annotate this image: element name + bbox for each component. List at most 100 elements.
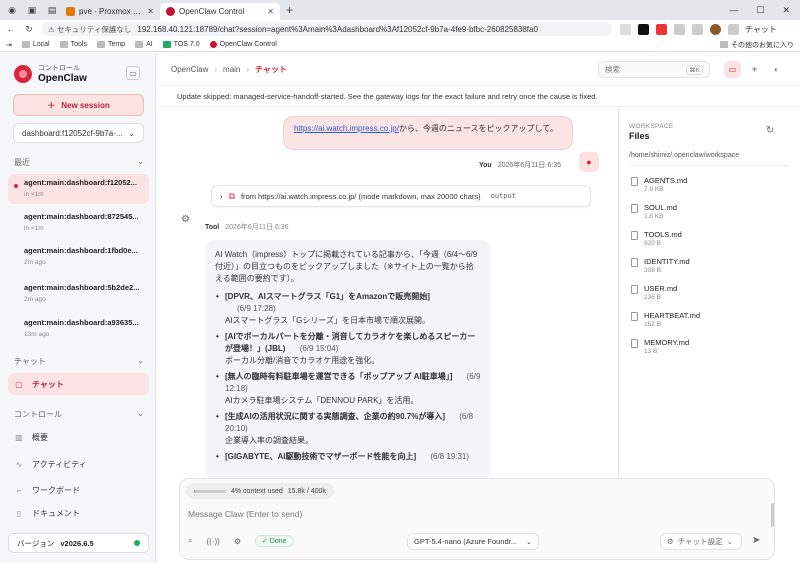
chat-settings-button[interactable]: ⚙ チャット設定 ⌄ (660, 533, 742, 550)
moon-icon[interactable]: ◐ (768, 61, 785, 78)
bookmark-tools[interactable]: Tools (59, 41, 87, 48)
sidebar-item-overview[interactable]: ▥ 概要 (8, 426, 149, 448)
tab-actions-icon[interactable]: ▤ (44, 2, 60, 18)
close-tab-icon[interactable]: ✕ (147, 7, 154, 16)
openclaw-favicon-icon (209, 41, 217, 48)
attach-icon[interactable]: ⌕ (188, 536, 192, 546)
chat-thread: https://ai.watch.impress.co.jp/から、今週のニュー… (157, 108, 615, 480)
menu-icon[interactable] (728, 23, 739, 35)
sidebar-item-chat[interactable]: ▢ チャット (8, 373, 149, 395)
read-aloud-icon[interactable] (620, 23, 631, 35)
brand-subtitle: コントロール (38, 65, 80, 72)
sidebar-item-workboard[interactable]: ⌐ ワークボード (8, 479, 149, 501)
tab-proxmox[interactable]: pve - Proxmox Virtual Environment ✕ (60, 3, 160, 20)
search-input[interactable]: 検索 ⌘K (598, 61, 710, 78)
list-item: [AIでボーカルパートを分離・消音してカラオケを楽しめるスピーカーが登場！」(J… (215, 331, 481, 367)
gear-icon[interactable]: ⚙ (234, 537, 241, 546)
message-composer: 4% context used 15.8k / 400k Message Cla… (179, 478, 775, 560)
proxmox-favicon-icon (66, 7, 75, 16)
control-section-header[interactable]: コントロール ⌄ (14, 409, 144, 420)
folder-icon (21, 41, 30, 48)
extension-icon[interactable] (656, 23, 667, 35)
file-item[interactable]: SOUL.md 1.8 KB (631, 203, 677, 220)
bookmark-tos[interactable]: TOS 7.0 (162, 41, 200, 48)
minimize-icon[interactable]: — (729, 5, 738, 16)
address-bar[interactable]: ⚠ セキュリティ保護なし 192.168.40.121:18789/chat?s… (42, 22, 612, 36)
openclaw-logo-icon (14, 64, 32, 83)
sun-icon[interactable]: ☀ (746, 61, 763, 78)
collapse-sidebar-icon[interactable]: ▭ (126, 66, 140, 80)
insecure-warning[interactable]: ⚠ セキュリティ保護なし (48, 24, 131, 35)
notion-extension-icon[interactable] (638, 23, 649, 35)
back-icon[interactable]: ← (4, 24, 18, 34)
session-select[interactable]: dashboard:f12052cf-9b7a-... ⌄ (13, 123, 144, 143)
sidebar-item-docs[interactable]: ▯ ドキュメント (8, 502, 149, 524)
file-item[interactable]: IDENTITY.md 308 B (631, 257, 690, 274)
workspaces-icon[interactable]: ▣ (24, 2, 40, 18)
bookmark-temp[interactable]: Temp (96, 41, 125, 48)
workspace-files-panel: WORKSPACE Files ↻ /home/shimiz/.openclaw… (618, 108, 800, 478)
file-item[interactable]: TOOLS.md 920 B (631, 230, 682, 247)
bookmark-local[interactable]: Local (21, 41, 50, 48)
chat-bubble-icon: ▢ (15, 379, 23, 389)
send-button[interactable]: ➤ (752, 535, 760, 546)
profile-icon[interactable]: ◉ (4, 2, 20, 18)
reload-icon[interactable]: ↻ (22, 24, 36, 35)
breadcrumb-openclaw[interactable]: OpenClaw (171, 65, 208, 74)
recent-section-header[interactable]: 最近 ⌄ (14, 157, 144, 168)
openclaw-app: コントロール OpenClaw ▭ ＋ New session dashboar… (0, 53, 800, 563)
close-window-icon[interactable]: ✕ (782, 5, 790, 16)
session-item[interactable]: agent:main:dashboard:872545... in <1m (8, 208, 149, 238)
folder-icon (59, 41, 68, 48)
favorites-icon[interactable] (674, 23, 685, 35)
browser-tab-bar: ◉ ▣ ▤ pve - Proxmox Virtual Environment … (0, 0, 800, 20)
model-select[interactable]: GPT-5.4-nano (Azure Foundr... ⌄ (407, 533, 539, 550)
other-bookmarks[interactable]: その他のお気に入り (720, 40, 800, 50)
file-item[interactable]: HEARTBEAT.md 152 B (631, 311, 700, 328)
file-icon (631, 285, 638, 294)
breadcrumb-main[interactable]: main (223, 65, 240, 74)
chevron-down-icon: ⌄ (137, 157, 144, 166)
message-input[interactable]: Message Claw (Enter to send) (188, 509, 302, 519)
bookmark-import[interactable]: ⇥ (6, 41, 12, 49)
folder-icon (720, 41, 728, 48)
plus-icon: ＋ (47, 100, 56, 110)
copilot-chat-button[interactable]: チャット (745, 24, 777, 35)
message-link[interactable]: https://ai.watch.impress.co.jp/ (294, 124, 399, 133)
tool-link-icon: ⧉ (228, 190, 235, 201)
session-item[interactable]: agent:main:dashboard:a93635... 13m ago (8, 314, 149, 344)
warning-icon: ⚠ (48, 24, 55, 34)
session-item[interactable]: agent:main:dashboard:1fbd0e... 2m ago (8, 242, 149, 272)
refresh-icon[interactable]: ↻ (766, 125, 774, 136)
file-item[interactable]: USER.md 236 B (631, 284, 677, 301)
new-session-button[interactable]: ＋ New session (13, 94, 144, 116)
file-item[interactable]: AGENTS.md 7.9 KB (631, 176, 687, 193)
chat-section-header[interactable]: チャット ⌄ (14, 356, 144, 367)
chevron-down-icon: ⌄ (137, 409, 144, 418)
workspace-path: /home/shimiz/.openclaw/workspace (629, 152, 789, 166)
voice-icon[interactable]: ((·)) (206, 537, 219, 546)
monitor-icon[interactable]: ▭ (724, 61, 741, 78)
session-item[interactable]: agent:main:dashboard:f12052... in <1m (8, 174, 149, 204)
brand-name: OpenClaw (38, 73, 87, 84)
file-icon (631, 339, 638, 348)
tab-openclaw[interactable]: OpenClaw Control ✕ (160, 3, 280, 20)
new-tab-button[interactable]: + (286, 3, 293, 17)
avatar[interactable] (710, 23, 721, 35)
gear-icon: ⚙ (667, 537, 674, 546)
composer-scrollbar[interactable] (771, 503, 774, 527)
bookmark-openclaw[interactable]: OpenClaw Control (209, 41, 277, 48)
collections-icon[interactable] (692, 23, 703, 35)
bookmark-ai[interactable]: AI (135, 41, 153, 48)
file-item[interactable]: MEMORY.md 13 B (631, 338, 689, 355)
user-message: https://ai.watch.impress.co.jp/から、今週のニュー… (283, 116, 573, 150)
sidebar-item-activity[interactable]: ∿ アクティビティ (8, 453, 149, 475)
tool-call-row[interactable]: › ⧉ from https://ai.watch.impress.co.jp/… (211, 185, 591, 207)
session-item[interactable]: agent:main:dashboard:5b2de2... 2m ago (8, 279, 149, 309)
list-item: [生成AIの活用状況に関する実態調査、企業の約90.7%が導入] (6/8 20… (215, 411, 481, 447)
chevron-down-icon: ⌄ (525, 537, 532, 546)
main-panel: OpenClaw › main › チャット 検索 ⌘K ▭ ☀ ◐ Updat… (157, 53, 800, 563)
maximize-icon[interactable]: ☐ (756, 5, 764, 16)
close-tab-icon[interactable]: ✕ (267, 7, 274, 16)
news-list: [DPVR、AIスマートグラス「G1」をAmazonで販売開始] (6/9 17… (215, 291, 481, 463)
